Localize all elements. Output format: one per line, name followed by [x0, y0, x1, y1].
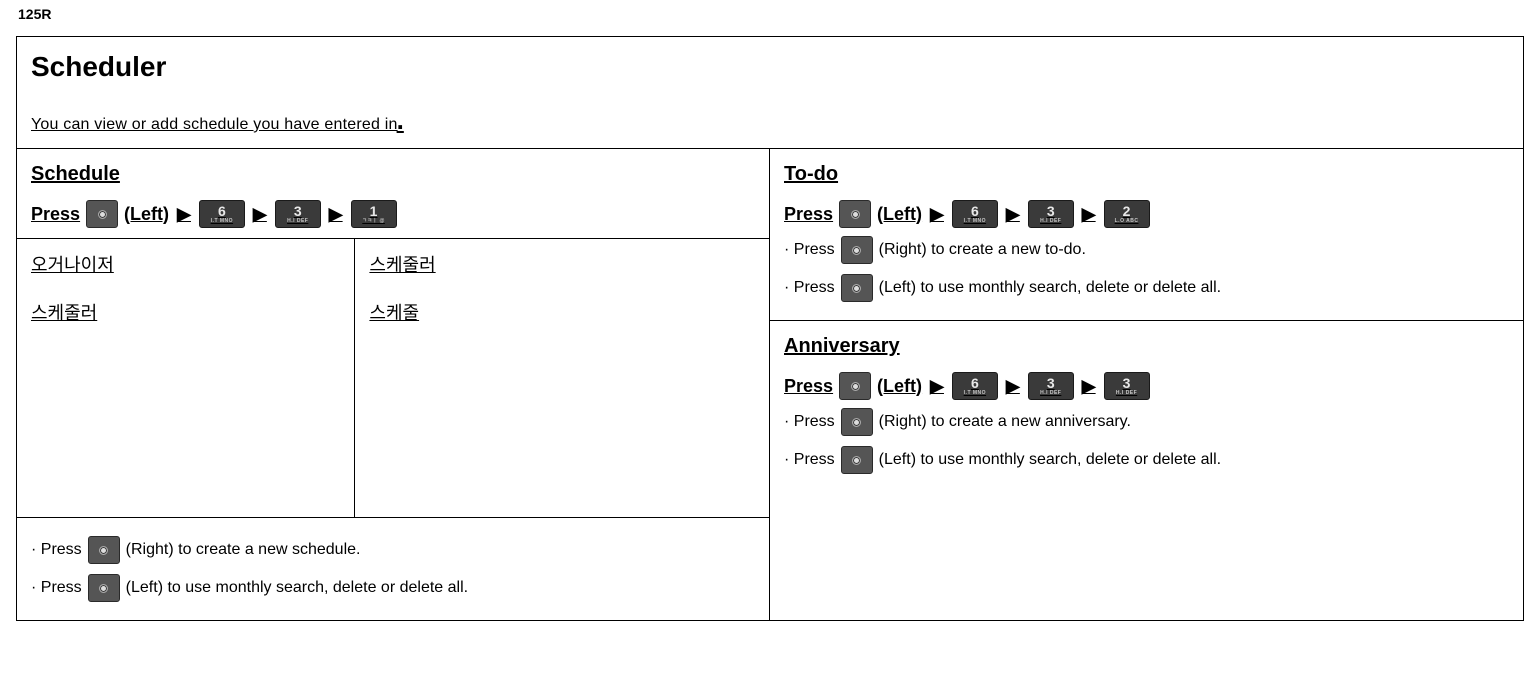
column-schedule: Schedule Press (Left) ▶ 6I.T MNO ▶ 3H.I …	[17, 149, 770, 620]
arrow-icon: ▶	[175, 205, 193, 223]
press-label: Press	[784, 376, 833, 397]
grid-cell-right: 스케줄러 스케줄	[355, 239, 769, 517]
arrow-icon: ▶	[928, 205, 946, 223]
softkey-icon	[841, 408, 873, 436]
instruction-line: · Press (Left) to use monthly search, de…	[31, 574, 755, 602]
schedule-press-sequence: Press (Left) ▶ 6I.T MNO ▶ 3H.I DEF ▶ 1ㄱㅋ…	[31, 200, 755, 228]
key-3-icon: 3H.I DEF	[275, 200, 321, 228]
anniversary-heading: Anniversary	[784, 335, 1509, 358]
intro-line: You can view or add schedule you have en…	[31, 105, 1509, 136]
instruction-text: (Left) to use monthly search, delete or …	[879, 279, 1221, 297]
intro-text: You can view or add schedule you have en…	[31, 116, 398, 133]
instruction-text: (Right) to create a new schedule.	[126, 541, 361, 559]
arrow-icon: ▶	[251, 205, 269, 223]
bullet-press: · Press	[784, 279, 835, 297]
instruction-line: · Press (Right) to create a new annivers…	[784, 408, 1509, 436]
bullet-press: · Press	[784, 451, 835, 469]
arrow-icon: ▶	[1004, 377, 1022, 395]
instruction-line: · Press (Left) to use monthly search, de…	[784, 446, 1509, 474]
press-label: Press	[784, 204, 833, 225]
left-suffix: (Left)	[877, 376, 922, 397]
grid-text: 스케줄	[369, 299, 757, 325]
document-page: 125R Scheduler You can view or add sched…	[0, 0, 1540, 621]
grid-text: 오거나이저	[31, 251, 342, 277]
key-3-icon: 3H.I DEF	[1028, 200, 1074, 228]
bullet-press: · Press	[31, 541, 82, 559]
todo-press-sequence: Press (Left) ▶ 6I.T MNO ▶ 3H.I DEF ▶ 2L.…	[784, 200, 1509, 228]
page-model-number: 125R	[18, 6, 1524, 22]
anniversary-press-sequence: Press (Left) ▶ 6I.T MNO ▶ 3H.I DEF ▶ 3H.…	[784, 372, 1509, 400]
softkey-icon	[839, 200, 871, 228]
softkey-icon	[841, 236, 873, 264]
grid-text: 스케줄러	[369, 251, 757, 277]
softkey-icon	[86, 200, 118, 228]
arrow-icon: ▶	[1080, 205, 1098, 223]
intro-period: .	[397, 105, 404, 135]
key-2-icon: 2L.O ABC	[1104, 200, 1150, 228]
page-title: Scheduler	[31, 51, 1509, 83]
key-6-icon: 6I.T MNO	[199, 200, 245, 228]
arrow-icon: ▶	[1004, 205, 1022, 223]
todo-section: To-do Press (Left) ▶ 6I.T MNO ▶ 3H.I DEF…	[770, 149, 1523, 320]
grid-text: 스케줄러	[31, 299, 342, 325]
key-6-icon: 6I.T MNO	[952, 372, 998, 400]
instruction-line: · Press (Right) to create a new schedule…	[31, 536, 755, 564]
softkey-icon	[88, 574, 120, 602]
anniversary-section: Anniversary Press (Left) ▶ 6I.T MNO ▶ 3H…	[770, 321, 1523, 492]
bullet-press: · Press	[784, 241, 835, 259]
column-right: To-do Press (Left) ▶ 6I.T MNO ▶ 3H.I DEF…	[770, 149, 1523, 620]
press-label: Press	[31, 204, 80, 225]
arrow-icon: ▶	[1080, 377, 1098, 395]
bullet-press: · Press	[31, 579, 82, 597]
softkey-icon	[88, 536, 120, 564]
todo-heading: To-do	[784, 163, 1509, 186]
key-1-icon: 1ㄱㅋㅣ @	[351, 200, 397, 228]
softkey-icon	[839, 372, 871, 400]
instruction-text: (Right) to create a new to-do.	[879, 241, 1086, 259]
instruction-line: · Press (Right) to create a new to-do.	[784, 236, 1509, 264]
left-suffix: (Left)	[877, 204, 922, 225]
arrow-icon: ▶	[928, 377, 946, 395]
grid-cell-left: 오거나이저 스케줄러	[17, 239, 355, 517]
key-3b-icon: 3H.I DEF	[1104, 372, 1150, 400]
bullet-press: · Press	[784, 413, 835, 431]
content-frame: Scheduler You can view or add schedule y…	[16, 36, 1524, 621]
instruction-text: (Left) to use monthly search, delete or …	[126, 579, 468, 597]
instruction-line: · Press (Left) to use monthly search, de…	[784, 274, 1509, 302]
key-3-icon: 3H.I DEF	[1028, 372, 1074, 400]
instruction-text: (Right) to create a new anniversary.	[879, 413, 1131, 431]
title-block: Scheduler You can view or add schedule y…	[17, 37, 1523, 149]
softkey-icon	[841, 274, 873, 302]
schedule-screen-grid: 오거나이저 스케줄러 스케줄러 스케줄	[17, 238, 769, 518]
key-6-icon: 6I.T MNO	[952, 200, 998, 228]
schedule-heading: Schedule	[31, 163, 755, 186]
arrow-icon: ▶	[327, 205, 345, 223]
schedule-instructions: · Press (Right) to create a new schedule…	[17, 518, 769, 620]
instruction-text: (Left) to use monthly search, delete or …	[879, 451, 1221, 469]
left-suffix: (Left)	[124, 204, 169, 225]
softkey-icon	[841, 446, 873, 474]
